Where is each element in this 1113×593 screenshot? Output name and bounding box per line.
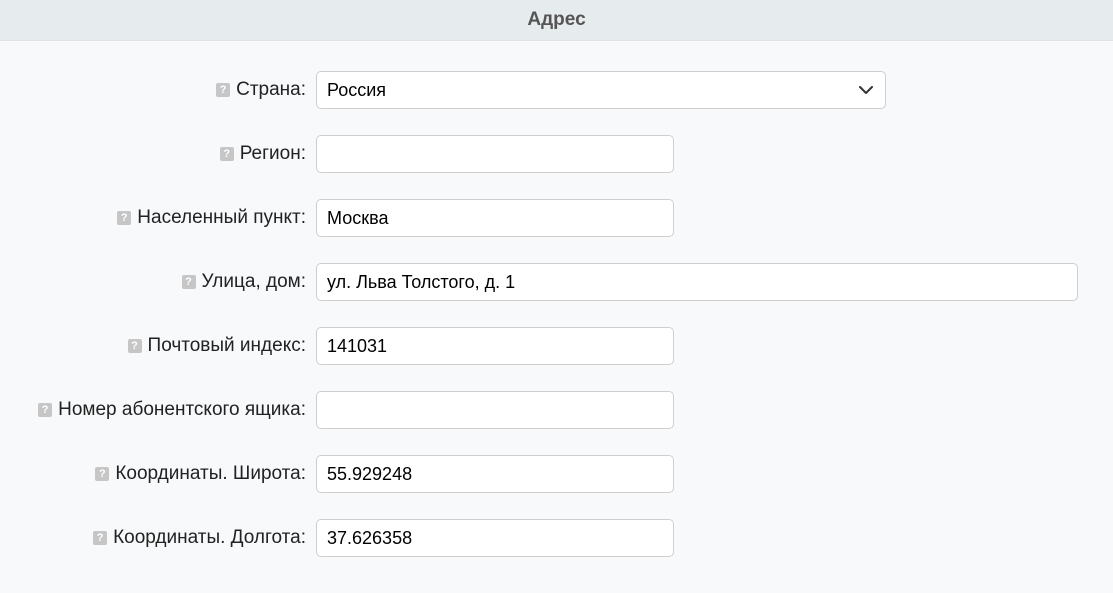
row-lon: ? Координаты. Долгота: [30,519,1083,557]
row-postal: ? Почтовый индекс: [30,327,1083,365]
label-text: Улица, дом: [202,271,307,293]
field-country: Россия [316,71,1083,109]
label-text: Координаты. Долгота: [113,527,306,549]
postal-input[interactable] [316,327,674,365]
field-street [316,263,1083,301]
label-text: Страна: [236,79,306,101]
field-lon [316,519,1083,557]
help-icon[interactable]: ? [182,275,196,289]
help-icon[interactable]: ? [38,403,52,417]
help-icon[interactable]: ? [216,83,230,97]
label-region: ? Регион: [30,143,316,165]
field-region [316,135,1083,173]
label-country: ? Страна: [30,79,316,101]
row-region: ? Регион: [30,135,1083,173]
label-postal: ? Почтовый индекс: [30,335,316,357]
help-icon[interactable]: ? [95,467,109,481]
help-icon[interactable]: ? [128,339,142,353]
row-lat: ? Координаты. Широта: [30,455,1083,493]
field-locality [316,199,1083,237]
row-street: ? Улица, дом: [30,263,1083,301]
label-text: Населенный пункт: [137,207,306,229]
help-icon[interactable]: ? [117,211,131,225]
street-input[interactable] [316,263,1078,301]
label-text: Координаты. Широта: [115,463,306,485]
label-lat: ? Координаты. Широта: [30,463,316,485]
section-title: Адрес [527,9,585,30]
label-street: ? Улица, дом: [30,271,316,293]
longitude-input[interactable] [316,519,674,557]
address-form: ? Страна: Россия ? Регион: ? Населенный … [0,41,1113,593]
label-text: Номер абонентского ящика: [58,399,306,421]
row-locality: ? Населенный пункт: [30,199,1083,237]
latitude-input[interactable] [316,455,674,493]
section-header: Адрес [0,0,1113,41]
pobox-input[interactable] [316,391,674,429]
label-text: Почтовый индекс: [148,335,306,357]
label-pobox: ? Номер абонентского ящика: [30,399,316,421]
field-postal [316,327,1083,365]
locality-input[interactable] [316,199,674,237]
row-country: ? Страна: Россия [30,71,1083,109]
help-icon[interactable]: ? [220,147,234,161]
country-select[interactable]: Россия [316,71,886,109]
row-pobox: ? Номер абонентского ящика: [30,391,1083,429]
field-pobox [316,391,1083,429]
field-lat [316,455,1083,493]
label-text: Регион: [240,143,306,165]
label-lon: ? Координаты. Долгота: [30,527,316,549]
region-input[interactable] [316,135,674,173]
help-icon[interactable]: ? [93,531,107,545]
label-locality: ? Населенный пункт: [30,207,316,229]
